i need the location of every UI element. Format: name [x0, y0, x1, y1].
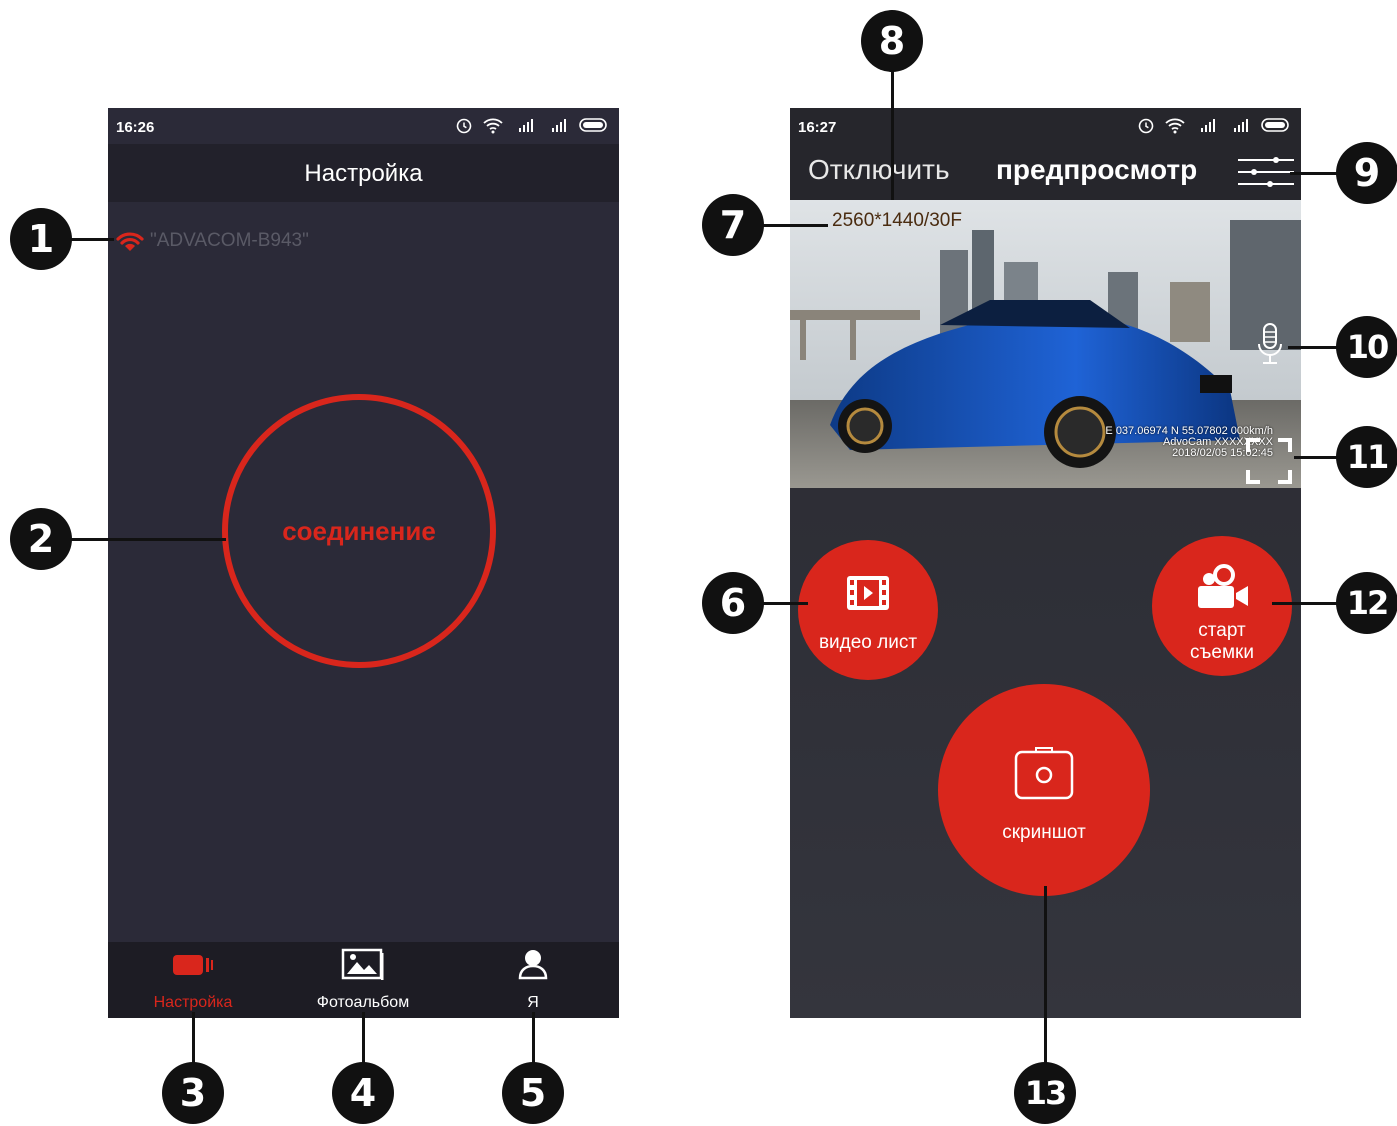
callout-11: 11 — [1336, 426, 1397, 488]
status-bar: 16:27 — [790, 108, 1301, 144]
callout-line — [1290, 172, 1340, 175]
signal-icon — [519, 119, 533, 132]
battery-icon — [579, 118, 607, 132]
status-icons — [1137, 116, 1291, 134]
settings-screen: 16:26 Настройка "ADVACOM-B943" соединени… — [108, 108, 619, 1018]
wifi-status-icon — [483, 118, 503, 134]
callout-line — [760, 602, 808, 605]
video-list-button[interactable]: видео лист — [798, 540, 938, 680]
callout-12: 12 — [1336, 572, 1397, 634]
resolution-label: 2560*1440/30F — [832, 210, 962, 231]
status-bar: 16:26 — [108, 108, 619, 144]
wifi-icon — [116, 232, 144, 251]
record-label-line1: старт — [1198, 620, 1246, 641]
record-label-line2: съемки — [1190, 642, 1254, 663]
callout-line — [1288, 346, 1340, 349]
signal-icon — [1234, 119, 1248, 132]
callout-line — [66, 238, 114, 241]
microphone-icon[interactable] — [1256, 322, 1284, 366]
person-icon — [518, 950, 548, 980]
sliders-icon[interactable] — [1238, 154, 1294, 190]
video-list-label: видео лист — [818, 632, 918, 653]
callout-2: 2 — [10, 508, 72, 570]
tab-label: Настройка — [153, 994, 233, 1011]
page-title: предпросмотр — [996, 154, 1198, 185]
signal-icon — [1201, 119, 1215, 132]
signal-icon — [552, 119, 566, 132]
screenshot-label: скриншот — [1002, 822, 1086, 843]
callout-5: 5 — [502, 1062, 564, 1124]
page-title: Настройка — [304, 160, 423, 187]
alarm-icon — [456, 118, 472, 134]
disconnect-button[interactable]: Отключить — [808, 154, 950, 186]
alarm-icon — [1138, 118, 1154, 134]
callout-10: 10 — [1336, 316, 1397, 378]
wifi-name: "ADVACOM-B943" — [150, 230, 309, 251]
callout-13: 13 — [1014, 1062, 1076, 1124]
callout-1: 1 — [10, 208, 72, 270]
tab-photo-album[interactable]: Фотоальбом — [278, 942, 448, 1018]
callout-line — [1294, 456, 1340, 459]
callout-line — [192, 1012, 195, 1064]
status-time: 16:26 — [116, 119, 155, 136]
tab-settings[interactable]: Настройка — [108, 942, 278, 1018]
callout-4: 4 — [332, 1062, 394, 1124]
tab-bar: Настройка Фотоальбом Я — [108, 942, 619, 1018]
camera-preview: 2560*1440/30F E 037.06974 N 55.07802 000… — [790, 200, 1301, 488]
callout-line — [362, 1012, 365, 1064]
wifi-status-icon — [1165, 118, 1185, 134]
title-bar: Настройка — [108, 144, 619, 202]
video-camera-icon — [1198, 564, 1248, 608]
callout-7: 7 — [702, 194, 764, 256]
callout-line — [1272, 602, 1340, 605]
fullscreen-icon[interactable] — [1244, 436, 1294, 486]
callout-line — [532, 1012, 535, 1064]
photo-album-icon — [341, 948, 384, 980]
tab-me[interactable]: Я — [448, 942, 618, 1018]
callout-6: 6 — [702, 572, 764, 634]
camera-icon — [173, 955, 213, 975]
screenshot-button[interactable]: скриншот — [938, 684, 1150, 896]
battery-icon — [1261, 118, 1289, 132]
film-icon — [847, 576, 889, 610]
camera-snapshot-icon — [1014, 747, 1074, 800]
preview-screen: 16:27 Отключить предпросмотр 2560*1440/3… — [790, 108, 1301, 1018]
start-recording-button[interactable]: старт съемки — [1152, 536, 1292, 676]
status-icons — [455, 116, 609, 134]
wifi-network-row[interactable]: "ADVACOM-B943" — [116, 230, 309, 252]
tab-label: Фотоальбом — [316, 994, 410, 1011]
callout-line — [66, 538, 226, 541]
callout-line — [760, 224, 828, 227]
title-bar: Отключить предпросмотр — [790, 144, 1301, 200]
callout-line — [1044, 886, 1047, 1066]
status-time: 16:27 — [798, 119, 837, 136]
callout-8: 8 — [861, 10, 923, 72]
connect-label: соединение — [282, 515, 436, 546]
callout-3: 3 — [162, 1062, 224, 1124]
tab-label: Я — [527, 994, 539, 1011]
callout-9: 9 — [1336, 142, 1397, 204]
connect-button[interactable]: соединение — [222, 394, 496, 668]
callout-line — [891, 60, 894, 200]
